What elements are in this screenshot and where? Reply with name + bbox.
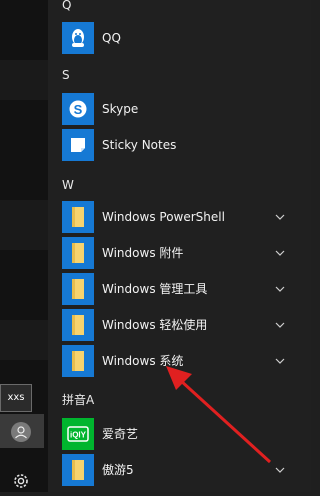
annotation-arrow — [166, 366, 272, 464]
